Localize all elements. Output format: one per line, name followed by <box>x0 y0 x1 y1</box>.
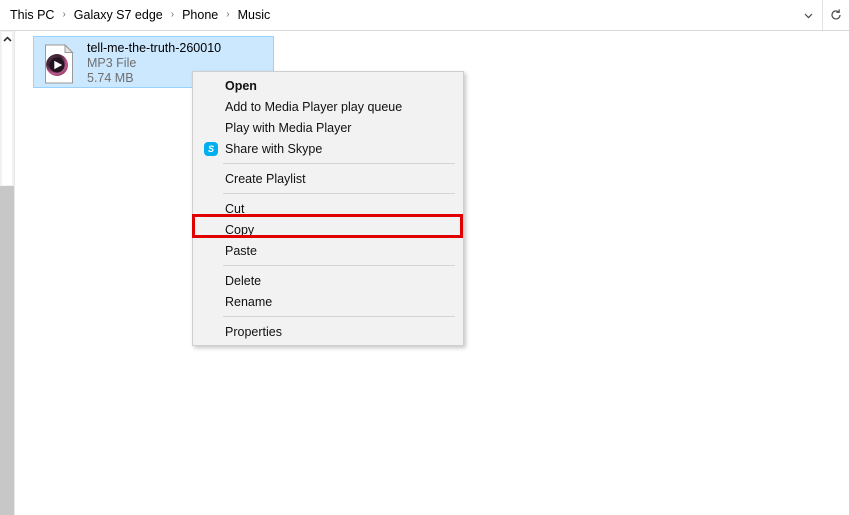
menu-item-copy[interactable]: Copy <box>193 219 463 240</box>
menu-item-label: Paste <box>225 243 257 258</box>
menu-item-play-with-media-player[interactable]: Play with Media Player <box>193 117 463 138</box>
menu-item-create-playlist[interactable]: Create Playlist <box>193 168 463 189</box>
menu-item-icon-placeholder <box>201 222 221 238</box>
refresh-button[interactable] <box>822 0 849 30</box>
menu-item-icon-placeholder <box>201 324 221 340</box>
menu-item-rename[interactable]: Rename <box>193 291 463 312</box>
scrollbar-track[interactable] <box>0 186 14 515</box>
audio-file-play-icon <box>40 42 78 86</box>
menu-item-properties[interactable]: Properties <box>193 321 463 342</box>
chevron-down-icon <box>804 13 813 18</box>
address-bar-controls <box>795 0 849 30</box>
menu-item-label: Delete <box>225 273 262 288</box>
menu-item-label: Share with Skype <box>225 141 323 156</box>
menu-item-label: Rename <box>225 294 273 309</box>
menu-separator <box>223 163 455 164</box>
menu-item-paste[interactable]: Paste <box>193 240 463 261</box>
breadcrumb[interactable]: This PC › Galaxy S7 edge › Phone › Music <box>0 0 273 30</box>
menu-item-icon-placeholder <box>201 294 221 310</box>
scrollbar-up-button[interactable] <box>0 31 14 47</box>
context-menu[interactable]: Open Add to Media Player play queue Play… <box>192 71 464 346</box>
file-type-label: MP3 File <box>87 56 137 70</box>
skype-badge-letter: S <box>204 141 218 156</box>
breadcrumb-separator-icon: › <box>226 9 230 20</box>
menu-item-label: Copy <box>225 222 255 237</box>
chevron-up-icon <box>2 35 12 42</box>
menu-item-icon-placeholder <box>201 99 221 115</box>
menu-separator <box>223 193 455 194</box>
menu-separator <box>223 316 455 317</box>
menu-item-delete[interactable]: Delete <box>193 270 463 291</box>
menu-item-open[interactable]: Open <box>193 75 463 96</box>
skype-icon: S <box>201 141 221 157</box>
breadcrumb-item-phone[interactable]: Phone <box>179 5 221 25</box>
menu-item-icon-placeholder <box>201 120 221 136</box>
menu-item-icon-placeholder <box>201 171 221 187</box>
address-dropdown-button[interactable] <box>795 0 822 30</box>
menu-item-icon-placeholder <box>201 273 221 289</box>
address-bar[interactable]: This PC › Galaxy S7 edge › Phone › Music <box>0 0 849 31</box>
left-vertical-scrollbar[interactable] <box>0 31 15 515</box>
breadcrumb-separator-icon: › <box>170 9 175 20</box>
menu-separator <box>223 265 455 266</box>
file-name-label: tell-me-the-truth-260010 <box>87 41 222 55</box>
menu-item-label: Add to Media Player play queue <box>225 99 403 114</box>
menu-item-label: Play with Media Player <box>225 120 352 135</box>
menu-item-icon-placeholder <box>201 243 221 259</box>
menu-item-label: Open <box>225 78 257 93</box>
menu-item-label: Create Playlist <box>225 171 306 186</box>
breadcrumb-item-music[interactable]: Music <box>235 5 274 25</box>
menu-item-cut[interactable]: Cut <box>193 198 463 219</box>
menu-item-label: Properties <box>225 324 282 339</box>
refresh-icon <box>831 9 841 20</box>
breadcrumb-item-galaxy-s7-edge[interactable]: Galaxy S7 edge <box>71 5 166 25</box>
breadcrumb-separator-icon: › <box>62 9 66 20</box>
menu-item-icon-placeholder <box>201 201 221 217</box>
menu-item-icon-placeholder <box>201 78 221 94</box>
breadcrumb-item-this-pc[interactable]: This PC <box>7 5 57 25</box>
menu-item-add-to-media-player-play-queue[interactable]: Add to Media Player play queue <box>193 96 463 117</box>
scrollbar-thumb[interactable] <box>1 31 13 186</box>
menu-item-label: Cut <box>225 201 245 216</box>
menu-item-share-with-skype[interactable]: S Share with Skype <box>193 138 463 159</box>
